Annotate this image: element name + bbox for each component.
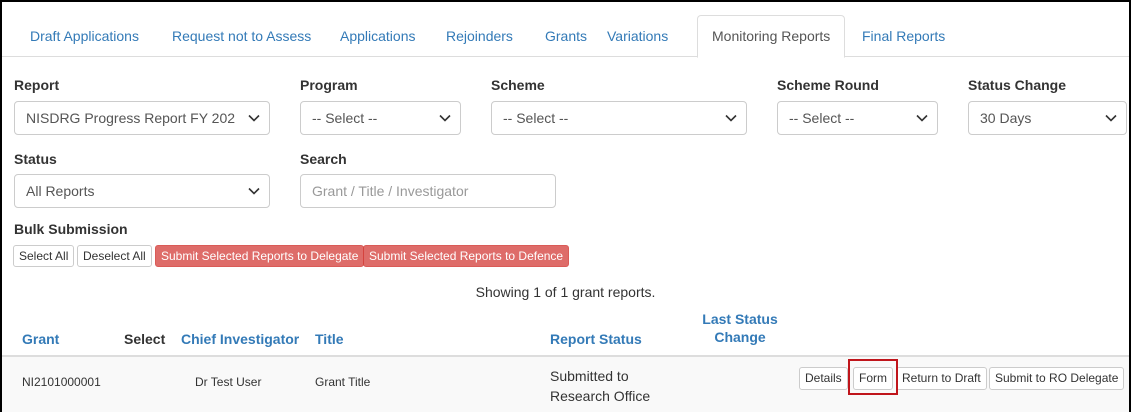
last-status-change-line2: Change xyxy=(714,329,766,345)
status-label: Status xyxy=(14,151,57,167)
tab-variations[interactable]: Variations xyxy=(607,15,668,57)
search-input[interactable]: Grant / Title / Investigator xyxy=(300,174,556,208)
grant-id-cell: NI2101000001 xyxy=(22,375,101,389)
scheme-select[interactable]: -- Select -- xyxy=(491,101,747,135)
status-change-label: Status Change xyxy=(968,77,1067,93)
submit-to-delegate-button[interactable]: Submit Selected Reports to Delegate xyxy=(155,245,365,267)
status-change-select[interactable]: 30 Days xyxy=(968,101,1127,135)
scheme-round-label: Scheme Round xyxy=(777,77,879,93)
report-status-line2: Research Office xyxy=(550,388,651,404)
column-header-title[interactable]: Title xyxy=(315,331,344,347)
results-summary: Showing 1 of 1 grant reports. xyxy=(475,284,656,300)
scheme-label: Scheme xyxy=(491,77,545,93)
form-button-highlight-box xyxy=(848,359,898,395)
chevron-down-icon xyxy=(915,102,929,134)
chevron-down-icon xyxy=(724,102,738,134)
submit-to-ro-delegate-button[interactable]: Submit to RO Delegate xyxy=(989,367,1125,390)
report-select-value: NISDRG Progress Report FY 202 xyxy=(26,110,236,126)
column-header-chief-investigator[interactable]: Chief Investigator xyxy=(181,331,299,347)
return-to-draft-button[interactable]: Return to Draft xyxy=(896,367,987,390)
bulk-submission-label: Bulk Submission xyxy=(14,221,128,237)
status-select[interactable]: All Reports xyxy=(14,174,270,208)
tab-monitoring-reports[interactable]: Monitoring Reports xyxy=(697,15,846,58)
tab-draft-applications[interactable]: Draft Applications xyxy=(30,15,139,57)
column-header-grant[interactable]: Grant xyxy=(22,331,59,347)
tab-final-reports[interactable]: Final Reports xyxy=(862,15,945,57)
submit-to-defence-button[interactable]: Submit Selected Reports to Defence xyxy=(363,245,570,267)
column-header-select: Select xyxy=(124,331,166,347)
report-status-line1: Submitted to xyxy=(550,368,629,384)
report-tabs: Draft Applications Request not to Assess… xyxy=(2,15,1129,58)
chief-investigator-cell: Dr Test User xyxy=(195,375,262,389)
scheme-select-value: -- Select -- xyxy=(503,110,569,126)
column-header-last-status-change[interactable]: Last Status Change xyxy=(698,311,782,345)
program-select-value: -- Select -- xyxy=(312,110,378,126)
chevron-down-icon xyxy=(1104,102,1118,134)
status-select-value: All Reports xyxy=(26,183,95,199)
scheme-round-select[interactable]: -- Select -- xyxy=(777,101,938,135)
report-status-cell: Submitted to Research Office xyxy=(550,366,670,406)
title-cell: Grant Title xyxy=(315,375,371,389)
scheme-round-select-value: -- Select -- xyxy=(789,110,855,126)
report-label: Report xyxy=(14,77,60,93)
search-label: Search xyxy=(300,151,347,167)
chevron-down-icon xyxy=(438,102,452,134)
chevron-down-icon xyxy=(247,175,261,207)
tab-rejoinders[interactable]: Rejoinders xyxy=(446,15,513,57)
program-select[interactable]: -- Select -- xyxy=(300,101,461,135)
chevron-down-icon xyxy=(247,102,261,134)
tab-applications[interactable]: Applications xyxy=(340,15,416,57)
details-button[interactable]: Details xyxy=(799,367,848,390)
deselect-all-button[interactable]: Deselect All xyxy=(77,245,152,267)
tab-request-not-to-assess[interactable]: Request not to Assess xyxy=(172,15,311,57)
status-change-select-value: 30 Days xyxy=(980,110,1032,126)
report-select[interactable]: NISDRG Progress Report FY 202 xyxy=(14,101,270,135)
last-status-change-line1: Last Status xyxy=(702,311,778,327)
tab-grants[interactable]: Grants xyxy=(545,15,587,57)
select-all-button[interactable]: Select All xyxy=(13,245,75,267)
program-label: Program xyxy=(300,77,358,93)
column-header-report-status[interactable]: Report Status xyxy=(550,331,642,347)
